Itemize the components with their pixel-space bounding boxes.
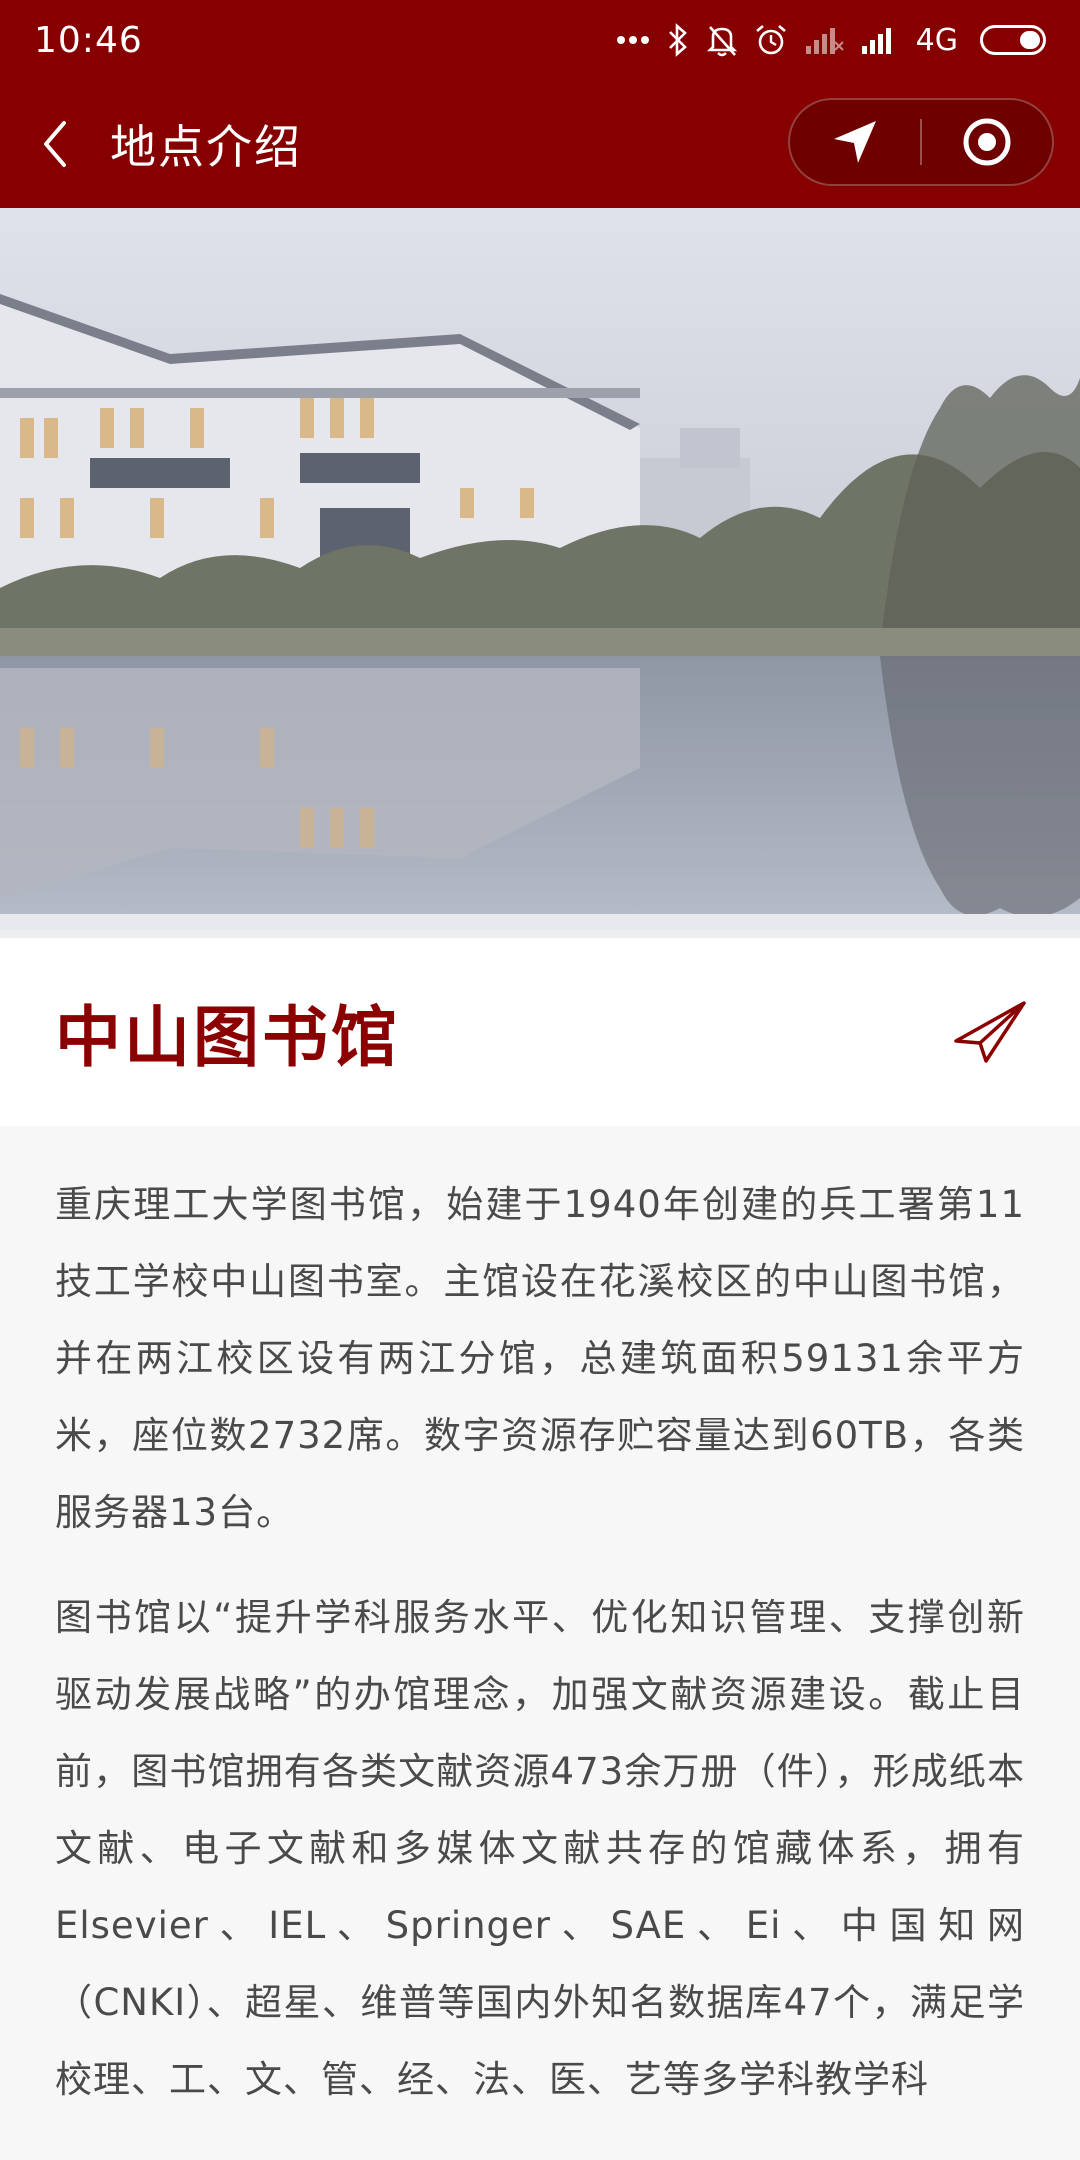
signal-icon [860, 26, 900, 54]
description-paragraph: 图书馆以“提升学科服务水平、优化知识管理、支撑创新驱动发展战略”的办馆理念，加强… [55, 1596, 1025, 2101]
share-button[interactable] [945, 987, 1035, 1077]
status-bar: 10:46 4G [0, 0, 1080, 80]
status-icons: 4G [616, 23, 1046, 58]
page-title: 地点介绍 [110, 120, 302, 174]
alarm-icon [754, 23, 788, 57]
back-arrow-icon [44, 121, 66, 167]
back-button[interactable] [0, 80, 110, 208]
navigate-icon [834, 121, 876, 163]
battery-icon [980, 25, 1046, 55]
description-section: 重庆理工大学图书馆，始建于1940年创建的兵工署第11技工学校中山图书室。主馆设… [0, 1126, 1080, 2160]
nav-bar: 地点介绍 [0, 80, 1080, 208]
navigate-button[interactable] [790, 100, 920, 184]
title-section: 中山图书馆 [0, 930, 1080, 1126]
status-time: 10:46 [34, 19, 143, 61]
bluetooth-icon [666, 23, 690, 57]
capsule-menu [788, 98, 1054, 186]
description-paragraph: 重庆理工大学图书馆，始建于1940年创建的兵工署第11技工学校中山图书室。主馆设… [55, 1183, 1025, 1534]
network-type: 4G [915, 22, 958, 58]
signal-icon [804, 26, 844, 54]
mute-icon [706, 23, 738, 57]
record-icon [963, 118, 1011, 166]
app-root: 10:46 4G 地点介绍 中山图书馆 重庆理工大学图书馆，始建于1940年创建… [0, 0, 1080, 2160]
place-title: 中山图书馆 [55, 999, 400, 1076]
dots-icon [616, 35, 650, 45]
paper-plane-icon [954, 1001, 1026, 1063]
place-photo [0, 208, 1080, 930]
record-button[interactable] [922, 100, 1052, 184]
